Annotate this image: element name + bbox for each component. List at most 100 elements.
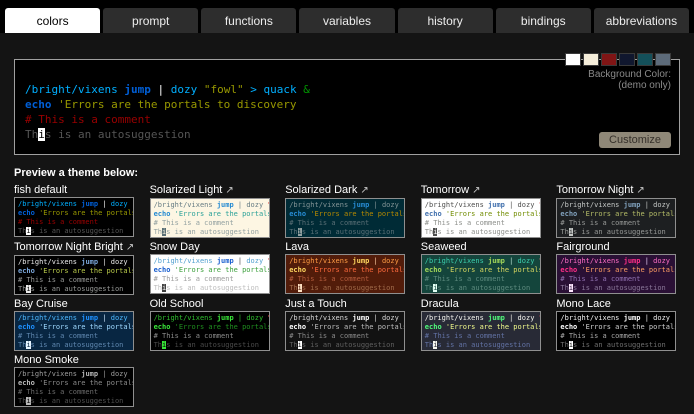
theme-bay-cruise[interactable]: Bay Cruise/bright/vixens jump | dozy "ec… bbox=[14, 298, 138, 351]
theme-terminal-preview[interactable]: /bright/vixens jump | dozy "echo 'Errors… bbox=[285, 198, 405, 238]
terminal-token: dozy bbox=[382, 257, 399, 265]
terminal-token: | bbox=[369, 314, 382, 322]
theme-tomorrow-night[interactable]: Tomorrow Night↗/bright/vixens jump | doz… bbox=[556, 184, 680, 238]
terminal-token: dozy bbox=[246, 201, 263, 209]
theme-terminal-preview[interactable]: /bright/vixens jump | dozy "echo 'Errors… bbox=[150, 198, 270, 238]
theme-sample-line: # This is a comment bbox=[560, 275, 672, 284]
terminal-token: echo bbox=[18, 323, 35, 331]
theme-fairground[interactable]: Fairground/bright/vixens jump | dozy "ec… bbox=[556, 241, 680, 295]
terminal-token: echo bbox=[18, 267, 35, 275]
terminal-token: 'Errors are the portals bbox=[577, 323, 676, 331]
terminal-token: echo bbox=[425, 210, 442, 218]
terminal-token: s is an autosuggestion bbox=[166, 284, 259, 292]
theme-terminal-preview[interactable]: /bright/vixens jump | dozy "echo 'Errors… bbox=[14, 311, 134, 351]
terminal-token: | bbox=[151, 83, 171, 96]
tab-history[interactable]: history bbox=[398, 8, 493, 33]
bg-swatch-0[interactable] bbox=[565, 53, 581, 66]
theme-sample-line: This is an autosuggestion bbox=[425, 341, 537, 350]
theme-seaweed[interactable]: Seaweed/bright/vixens jump | dozy "echo … bbox=[421, 241, 545, 295]
terminal-token: # This is a comment bbox=[25, 113, 151, 126]
theme-solarized-dark[interactable]: Solarized Dark↗/bright/vixens jump | doz… bbox=[285, 184, 409, 238]
terminal-token: echo bbox=[154, 266, 171, 274]
terminal-token: jump bbox=[217, 314, 234, 322]
terminal-token: dozy bbox=[111, 314, 128, 322]
theme-tomorrow-night-bright[interactable]: Tomorrow Night Bright↗/bright/vixens jum… bbox=[14, 241, 138, 295]
tab-bindings[interactable]: bindings bbox=[496, 8, 591, 33]
bg-swatch-4[interactable] bbox=[637, 53, 653, 66]
theme-fish-default[interactable]: fish default/bright/vixens jump | dozy "… bbox=[14, 184, 138, 238]
terminal-token: | bbox=[234, 314, 247, 322]
theme-title: Solarized Dark↗ bbox=[285, 184, 409, 197]
terminal-token: # This is a comment bbox=[154, 332, 234, 340]
theme-lava[interactable]: Lava/bright/vixens jump | dozy "echo 'Er… bbox=[285, 241, 409, 295]
terminal-token: quack bbox=[263, 83, 296, 96]
external-link-icon[interactable]: ↗ bbox=[126, 242, 134, 253]
swatch-row bbox=[565, 53, 671, 66]
theme-mono-lace[interactable]: Mono Lace/bright/vixens jump | dozy "ech… bbox=[556, 298, 680, 351]
external-link-icon[interactable]: ↗ bbox=[636, 185, 644, 196]
customize-button[interactable]: Customize bbox=[599, 132, 671, 148]
theme-terminal-preview[interactable]: /bright/vixens jump | dozy "echo 'Errors… bbox=[285, 254, 405, 294]
theme-terminal-preview[interactable]: /bright/vixens jump | dozy "echo 'Errors… bbox=[285, 311, 405, 351]
theme-old-school[interactable]: Old School/bright/vixens jump | dozy "ec… bbox=[150, 298, 274, 351]
bg-swatch-3[interactable] bbox=[619, 53, 635, 66]
theme-terminal-preview[interactable]: /bright/vixens jump | dozy "echo 'Errors… bbox=[421, 311, 541, 351]
terminal-token: Th bbox=[289, 228, 297, 236]
tab-prompt[interactable]: prompt bbox=[103, 8, 198, 33]
theme-snow-day[interactable]: Snow Day/bright/vixens jump | dozy "echo… bbox=[150, 241, 274, 295]
terminal-token: dozy bbox=[171, 83, 198, 96]
terminal-token: /bright/vixens bbox=[18, 314, 77, 322]
bg-swatch-5[interactable] bbox=[655, 53, 671, 66]
theme-tomorrow[interactable]: Tomorrow↗/bright/vixens jump | dozy "ech… bbox=[421, 184, 545, 238]
theme-terminal-preview[interactable]: /bright/vixens jump | dozy "echo 'Errors… bbox=[150, 254, 270, 294]
theme-just-a-touch[interactable]: Just a Touch/bright/vixens jump | dozy "… bbox=[285, 298, 409, 351]
theme-terminal-preview[interactable]: /bright/vixens jump | dozy "echo 'Errors… bbox=[14, 255, 134, 295]
theme-sample-line: echo 'Errors are the portals bbox=[18, 379, 130, 388]
terminal-token: # This is a comment bbox=[425, 332, 505, 340]
terminal-token: # This is a comment bbox=[560, 275, 640, 283]
theme-terminal-preview[interactable]: /bright/vixens jump | dozy "echo 'Errors… bbox=[14, 197, 134, 237]
background-color-label: Background Color: bbox=[565, 69, 671, 80]
theme-sample-line: /bright/vixens jump | dozy " bbox=[425, 201, 537, 210]
bg-swatch-1[interactable] bbox=[583, 53, 599, 66]
terminal-line: echo 'Errors are the portals to discover… bbox=[25, 97, 669, 112]
terminal-token: s is an autosuggestion bbox=[166, 228, 259, 236]
theme-dracula[interactable]: Dracula/bright/vixens jump | dozy "echo … bbox=[421, 298, 545, 351]
tab-variables[interactable]: variables bbox=[299, 8, 394, 33]
theme-solarized-light[interactable]: Solarized Light↗/bright/vixens jump | do… bbox=[150, 184, 274, 238]
theme-title: Mono Lace bbox=[556, 298, 680, 310]
theme-terminal-preview[interactable]: /bright/vixens jump | dozy "echo 'Errors… bbox=[421, 254, 541, 294]
external-link-icon[interactable]: ↗ bbox=[472, 185, 480, 196]
bg-swatch-2[interactable] bbox=[601, 53, 617, 66]
theme-terminal-preview[interactable]: /bright/vixens jump | dozy "echo 'Errors… bbox=[556, 198, 676, 238]
terminal-token: 'Errors are the portals bbox=[306, 323, 405, 331]
tab-bar: colorspromptfunctionsvariableshistorybin… bbox=[0, 8, 694, 33]
terminal-token: 'Errors are the portals bbox=[35, 323, 134, 331]
terminal-token: Th bbox=[289, 341, 297, 349]
terminal-token: /bright/vixens bbox=[425, 257, 484, 265]
theme-mono-smoke[interactable]: Mono Smoke/bright/vixens jump | dozy "ec… bbox=[14, 354, 138, 407]
theme-terminal-preview[interactable]: /bright/vixens jump | dozy "echo 'Errors… bbox=[14, 367, 134, 407]
theme-sample-line: echo 'Errors are the portals bbox=[289, 266, 401, 275]
theme-sample-line: /bright/vixens jump | dozy " bbox=[560, 201, 672, 210]
theme-sample-line: echo 'Errors are the portals bbox=[154, 323, 266, 332]
theme-terminal-preview[interactable]: /bright/vixens jump | dozy "echo 'Errors… bbox=[421, 198, 541, 238]
theme-sample-line: /bright/vixens jump | dozy " bbox=[154, 257, 266, 266]
theme-terminal-preview[interactable]: /bright/vixens jump | dozy "echo 'Errors… bbox=[556, 311, 676, 351]
terminal-token: Th bbox=[154, 284, 162, 292]
external-link-icon[interactable]: ↗ bbox=[225, 185, 233, 196]
terminal-token: " bbox=[539, 201, 541, 209]
tab-abbreviations[interactable]: abbreviations bbox=[594, 8, 689, 33]
theme-sample-line: # This is a comment bbox=[560, 219, 672, 228]
tab-functions[interactable]: functions bbox=[201, 8, 296, 33]
terminal-token: 'Errors are the portals bbox=[577, 210, 676, 218]
terminal-token: echo bbox=[560, 266, 577, 274]
external-link-icon[interactable]: ↗ bbox=[360, 185, 368, 196]
theme-sample-line: This is an autosuggestion bbox=[154, 228, 266, 237]
tab-colors[interactable]: colors bbox=[5, 8, 100, 33]
terminal-token: jump bbox=[352, 257, 369, 265]
theme-terminal-preview[interactable]: /bright/vixens jump | dozy "echo 'Errors… bbox=[556, 254, 676, 294]
terminal-token: 'Errors are the portals bbox=[306, 266, 405, 274]
terminal-token: | bbox=[98, 200, 111, 208]
theme-terminal-preview[interactable]: /bright/vixens jump | dozy "echo 'Errors… bbox=[150, 311, 270, 351]
